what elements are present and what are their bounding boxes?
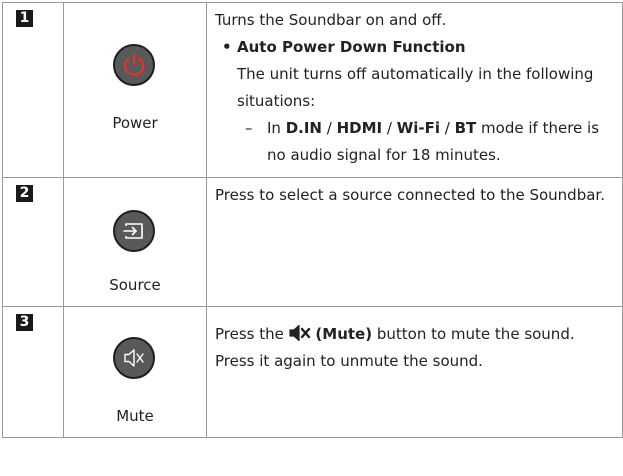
mute-icon: [124, 349, 144, 367]
number-badge-3: 3: [16, 314, 33, 331]
table-row-source: 2 Source Press to select a source connec…: [2, 177, 623, 307]
button-cell: Mute: [63, 306, 207, 438]
mute-button-illustration: [113, 337, 155, 379]
number-badge-1: 1: [16, 10, 33, 27]
number-badge-2: 2: [16, 185, 33, 202]
table-row-mute: 3 Mute Press the (Mute) button to mute t…: [2, 306, 623, 438]
power-button-illustration: [113, 44, 155, 86]
remote-buttons-table: 1 Power Turns the Soundbar on and off. •…: [2, 2, 623, 438]
button-label-power: Power: [112, 114, 158, 132]
mute-inline-icon: [289, 324, 311, 349]
source-icon: [123, 223, 143, 239]
mode-wifi: Wi-Fi: [396, 119, 441, 137]
source-button-illustration: [113, 210, 155, 252]
description-text: Press to select a source connected to th…: [215, 186, 605, 204]
bullet-text: The unit turns off automatically in the …: [237, 65, 594, 110]
number-cell: 2: [2, 177, 64, 307]
sub-item: – In D.IN / HDMI / Wi-Fi / BT mode if th…: [245, 119, 600, 164]
mode-din: D.IN: [285, 119, 322, 137]
number-cell: 3: [2, 306, 64, 438]
description-cell: Press to select a source connected to th…: [206, 177, 623, 307]
mute-bold-label: (Mute): [315, 325, 373, 343]
description-line: Turns the Soundbar on and off.: [215, 11, 447, 29]
bullet-title: Auto Power Down Function: [237, 38, 466, 56]
description-line: Press the (Mute) button to mute the soun…: [215, 322, 614, 349]
description-line: Press it again to unmute the sound.: [215, 352, 483, 370]
description-cell: Turns the Soundbar on and off. • Auto Po…: [206, 2, 623, 178]
bullet-item: • Auto Power Down Function: [222, 38, 466, 56]
power-icon: [123, 52, 145, 76]
button-cell: Power: [63, 2, 207, 178]
table-row-power: 1 Power Turns the Soundbar on and off. •…: [2, 2, 623, 178]
mode-hdmi: HDMI: [336, 119, 383, 137]
button-label-source: Source: [109, 276, 161, 294]
button-label-mute: Mute: [116, 407, 154, 425]
button-cell: Source: [63, 177, 207, 307]
mode-bt: BT: [454, 119, 477, 137]
description-cell: Press the (Mute) button to mute the soun…: [206, 306, 623, 438]
number-cell: 1: [2, 2, 64, 178]
